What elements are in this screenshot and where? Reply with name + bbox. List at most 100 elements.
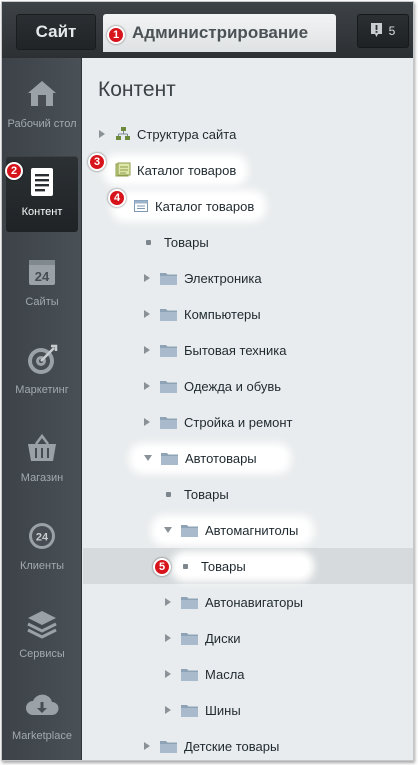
tree-item-label: Компьютеры [184, 306, 261, 322]
tree-item-label: Автомагнитолы [205, 522, 299, 538]
step-badge-3: 3 [88, 153, 106, 171]
folder-icon [160, 308, 177, 321]
chevron-right-icon[interactable] [163, 670, 173, 678]
chevron-right-icon[interactable] [142, 274, 152, 282]
sidebar-item-label: Сайты [25, 296, 59, 308]
layers-icon [27, 611, 57, 639]
tree-item-catalog-section[interactable]: Каталог товаров [83, 152, 413, 188]
chevron-right-icon[interactable] [163, 706, 173, 714]
tree-item-computers[interactable]: Компьютеры [83, 296, 413, 332]
sidebar-item-label: Магазин [20, 472, 64, 484]
admin-tab[interactable]: Администрирование [103, 14, 336, 52]
site-tab[interactable]: Сайт [16, 14, 96, 50]
top-bar: Сайт Администрирование 5 [2, 2, 413, 58]
tree-item-auto-products[interactable]: Товары [83, 476, 413, 512]
tree-item-construction[interactable]: Стройка и ремонт [83, 404, 413, 440]
sidebar-item-label: Marketplace [12, 730, 72, 742]
tree-item-label: Электроника [184, 270, 262, 286]
tree-item-tires[interactable]: Шины [83, 692, 413, 728]
catalog-icon [115, 162, 131, 177]
tree-item-label: Каталог товаров [155, 198, 255, 214]
tree-item-appliances[interactable]: Бытовая техника [83, 332, 413, 368]
step-badge-2: 2 [5, 162, 23, 180]
tree-item-auto[interactable]: Автотовары [83, 440, 413, 476]
folder-open-icon [181, 524, 198, 537]
tree-item-products[interactable]: Товары [83, 224, 413, 260]
folder-icon [160, 740, 177, 753]
tree-item-label: Бытовая техника [184, 342, 287, 358]
bullet-icon [166, 491, 171, 497]
tree-item-label: Шины [205, 702, 241, 718]
sidebar-item-label: Клиенты [19, 560, 65, 572]
highlight: Автомагнитолы [157, 520, 309, 540]
notifications-button[interactable]: 5 [357, 14, 409, 48]
chevron-right-icon[interactable] [163, 598, 173, 606]
sidebar-item-clients[interactable]: 24 Клиенты [6, 510, 78, 586]
chevron-right-icon[interactable] [142, 382, 152, 390]
chevron-right-icon[interactable] [142, 346, 152, 354]
tree-item-label: Товары [201, 558, 246, 574]
folder-open-icon [161, 452, 178, 465]
chevron-down-icon[interactable] [163, 527, 173, 533]
highlight: Каталог товаров [109, 160, 243, 180]
page-title: Контент [98, 78, 176, 101]
sidebar-item-shop[interactable]: Магазин [6, 422, 78, 498]
tree-item-oils[interactable]: Масла [83, 656, 413, 692]
svg-text:24: 24 [35, 269, 50, 284]
sidebar-item-label: Контент [21, 206, 63, 218]
sidebar-item-sites[interactable]: 24 Сайты [6, 246, 78, 322]
tree-item-label: Стройка и ремонт [184, 414, 293, 430]
folder-icon [160, 272, 177, 285]
tree-item-clothing[interactable]: Одежда и обувь [83, 368, 413, 404]
sidebar-item-marketplace[interactable]: Marketplace [6, 680, 78, 756]
sitemap-icon [116, 127, 130, 140]
tree-item-label: Масла [205, 666, 245, 682]
step-badge-1: 1 [107, 26, 125, 44]
step-badge-4: 4 [108, 189, 126, 207]
tree-item-label: Каталог товаров [137, 162, 237, 178]
chevron-right-icon[interactable] [142, 418, 152, 426]
tree-item-label: Одежда и обувь [184, 378, 282, 394]
chevron-right-icon[interactable] [142, 742, 152, 750]
basket-icon [28, 433, 56, 461]
tree-item-wheels[interactable]: Диски [83, 620, 413, 656]
chevron-down-icon[interactable] [143, 455, 153, 461]
folder-icon [160, 416, 177, 429]
tree-item-catalog-iblock[interactable]: Каталог товаров [83, 188, 413, 224]
clients-24-icon: 24 [29, 523, 55, 549]
bullet-icon [183, 563, 188, 569]
tree-item-navigators[interactable]: Автонавигаторы [83, 584, 413, 620]
sidebar-item-label: Рабочий стол [7, 118, 77, 130]
tree-item-car-audio[interactable]: Автомагнитолы [83, 512, 413, 548]
folder-icon [160, 380, 177, 393]
admin-window: Сайт Администрирование 5 Рабочий стол Ко… [1, 1, 414, 761]
sidebar-item-services[interactable]: Сервисы [6, 598, 78, 674]
tree-item-label: Диски [205, 630, 241, 646]
chevron-right-icon[interactable] [142, 310, 152, 318]
folder-icon [181, 596, 198, 609]
sidebar-item-label: Маркетинг [15, 384, 69, 396]
tree-item-electronics[interactable]: Электроника [83, 260, 413, 296]
highlight: Автотовары [135, 448, 285, 468]
chevron-right-icon[interactable] [163, 634, 173, 642]
sidebar-item-desktop[interactable]: Рабочий стол [6, 68, 78, 144]
svg-text:24: 24 [36, 532, 49, 544]
tree-item-label: Структура сайта [137, 126, 237, 142]
highlight: Товары [177, 556, 308, 576]
tree-item-label: Автонавигаторы [205, 594, 303, 610]
tree-item-label: Товары [164, 234, 209, 250]
folder-icon [181, 632, 198, 645]
content-panel: Контент Структура сайта Каталог товаров … [83, 58, 413, 760]
tree-item-kids[interactable]: Детские товары [83, 728, 413, 760]
chevron-right-icon[interactable] [97, 130, 107, 138]
tree-item-car-audio-products[interactable]: Товары [83, 548, 413, 584]
step-badge-5: 5 [153, 558, 171, 576]
folder-icon [181, 704, 198, 717]
tree-item-label: Детские товары [184, 738, 280, 754]
cloud-download-icon [26, 694, 59, 715]
iblock-icon [134, 200, 148, 212]
notification-icon [370, 22, 382, 40]
tree-item-site-structure[interactable]: Структура сайта [83, 116, 413, 152]
sidebar-item-marketing[interactable]: Маркетинг [6, 334, 78, 410]
highlight: Каталог товаров [117, 196, 261, 216]
